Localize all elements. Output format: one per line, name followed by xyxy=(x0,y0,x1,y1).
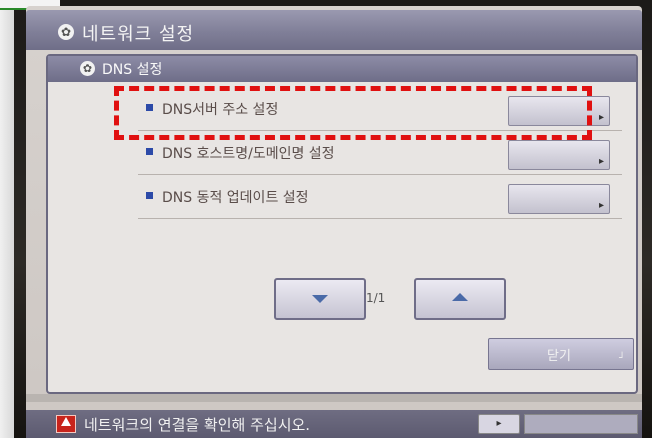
warning-icon xyxy=(56,415,76,433)
bullet-icon xyxy=(146,104,153,111)
corner-icon: ┘ xyxy=(618,353,625,364)
status-bar: 네트워크의 연결을 확인해 주십시오. ▸ xyxy=(26,410,642,438)
settings-icon: ✿ xyxy=(80,61,95,76)
dns-hostname-domain-button[interactable]: ▸ xyxy=(508,140,610,170)
row-label: DNS서버 주소 설정 xyxy=(162,102,279,118)
system-status-display xyxy=(524,414,638,434)
bullet-icon xyxy=(146,148,153,155)
dns-settings-panel: ✿ DNS 설정 DNS서버 주소 설정 ▸ DNS 호스트명/도메인명 설정 … xyxy=(46,54,638,394)
settings-icon: ✿ xyxy=(58,24,74,40)
corner-arrow-icon: ▸ xyxy=(598,112,604,123)
system-monitor-button[interactable]: ▸ xyxy=(478,414,520,434)
window-title-bar: ✿ 네트워크 설정 xyxy=(26,10,642,50)
row-label: DNS 호스트명/도메인명 설정 xyxy=(162,146,335,162)
up-arrow-icon xyxy=(452,293,468,301)
dns-dynamic-update-button[interactable]: ▸ xyxy=(508,184,610,214)
corner-arrow-icon: ▸ xyxy=(598,156,604,167)
panel-header: ✿ DNS 설정 xyxy=(48,56,636,82)
corner-arrow-icon: ▸ xyxy=(598,200,604,211)
left-margin xyxy=(0,0,14,438)
page-down-button[interactable] xyxy=(274,278,366,320)
touch-screen: ✿ 네트워크 설정 ✿ DNS 설정 DNS서버 주소 설정 ▸ DNS 호스트… xyxy=(26,6,642,431)
bullet-icon xyxy=(146,192,153,199)
page-up-button[interactable] xyxy=(414,278,506,320)
down-arrow-icon xyxy=(312,295,328,303)
screen-footer-band xyxy=(26,394,642,402)
close-button[interactable]: 닫기 ┘ xyxy=(488,338,634,370)
status-message: 네트워크의 연결을 확인해 주십시오. xyxy=(84,416,311,434)
dns-hostname-domain-row: DNS 호스트명/도메인명 설정 ▸ xyxy=(138,134,622,175)
panel-title: DNS 설정 xyxy=(102,62,163,78)
row-label: DNS 동적 업데이트 설정 xyxy=(162,190,309,206)
dns-server-address-row: DNS서버 주소 설정 ▸ xyxy=(138,90,622,131)
close-button-label: 닫기 xyxy=(547,349,571,364)
dns-server-address-button[interactable]: ▸ xyxy=(508,96,610,126)
dns-dynamic-update-row: DNS 동적 업데이트 설정 ▸ xyxy=(138,178,622,219)
page-indicator: 1/1 xyxy=(366,291,386,305)
window-title: 네트워크 설정 xyxy=(82,24,195,45)
